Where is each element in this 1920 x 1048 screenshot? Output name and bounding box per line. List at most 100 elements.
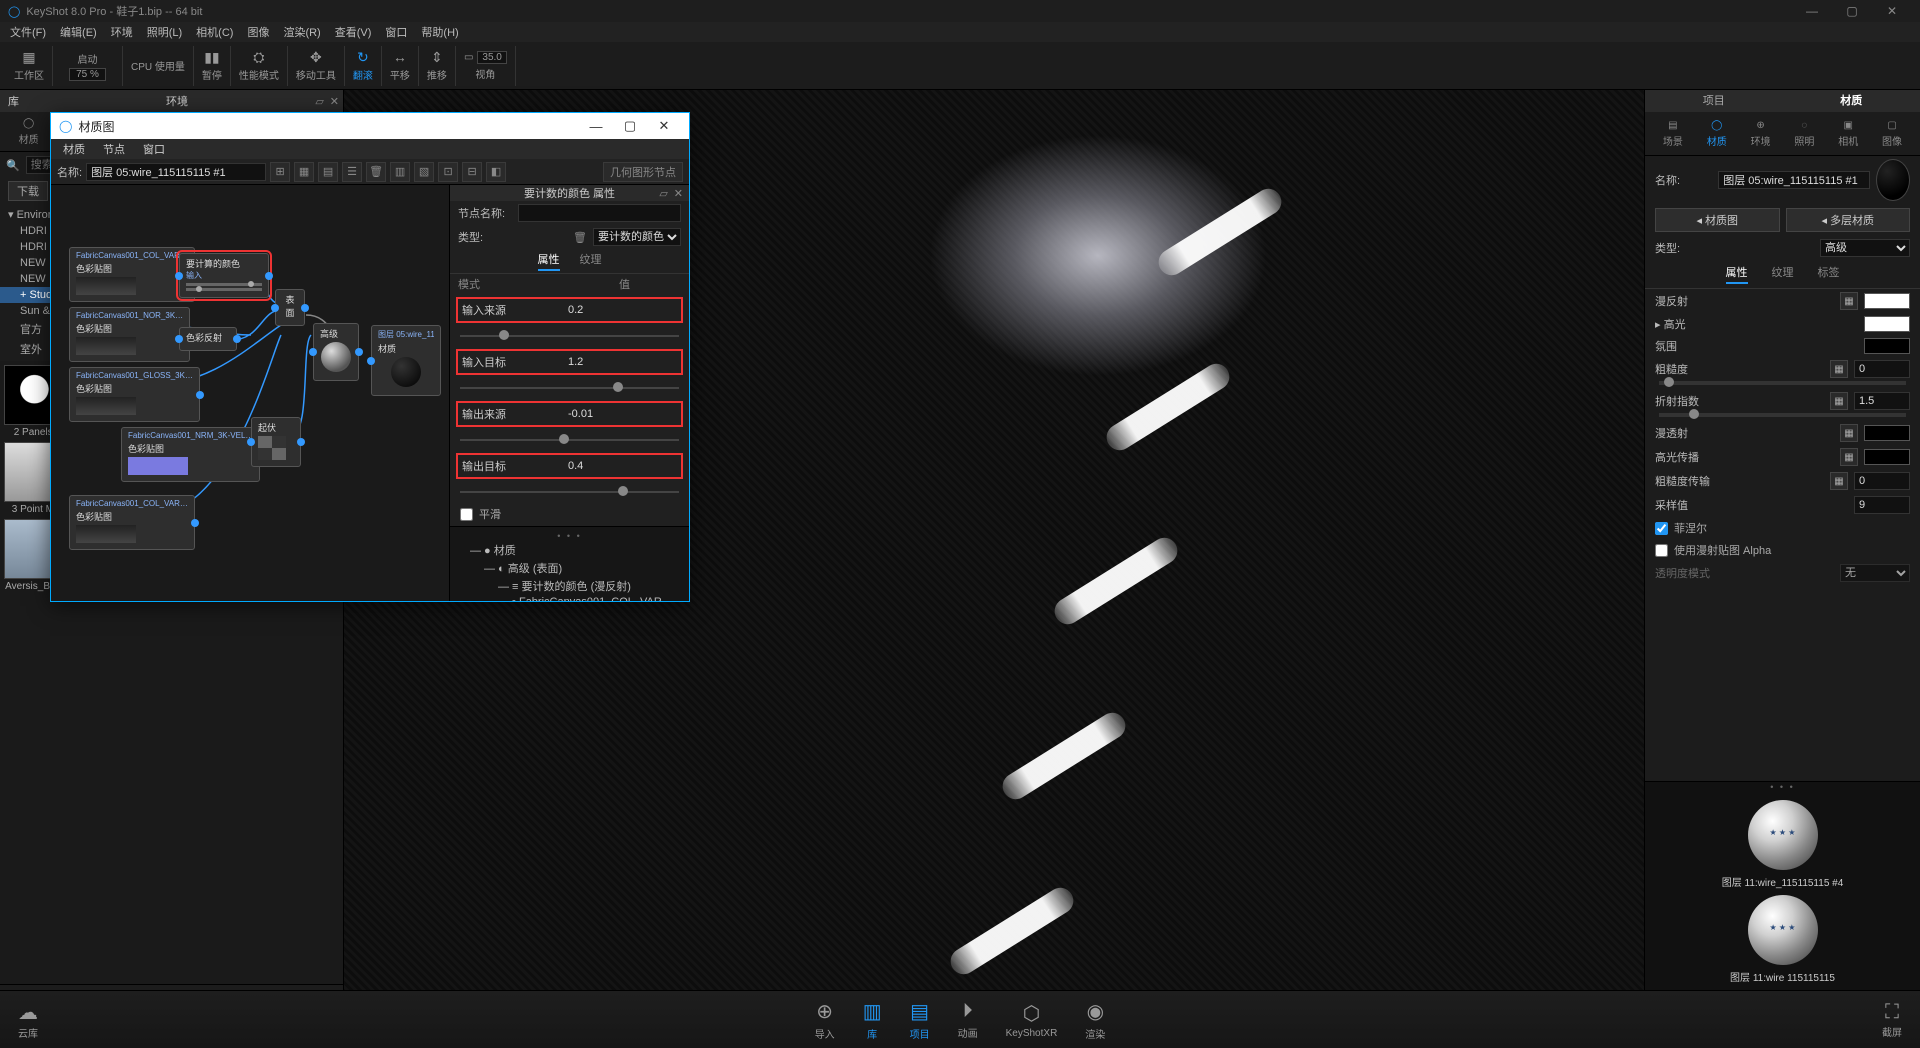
dialog-maximize[interactable]: ▢ <box>613 118 647 134</box>
ri-camera[interactable]: ▣相机 <box>1838 120 1858 148</box>
cloud-library-button[interactable]: ☁云库 <box>18 1000 38 1040</box>
ri-image[interactable]: ▢图像 <box>1882 120 1902 148</box>
bb-render[interactable]: ◉渲染 <box>1085 999 1105 1041</box>
trash-icon[interactable]: 🗑 <box>366 162 386 182</box>
dialog-close[interactable]: ✕ <box>647 118 681 134</box>
close-icon[interactable]: ✕ <box>330 95 339 108</box>
rough-input[interactable] <box>1854 360 1910 378</box>
texture-icon[interactable]: ▦ <box>1840 424 1858 442</box>
ior-input[interactable] <box>1854 392 1910 410</box>
graph-name-input[interactable] <box>86 163 266 181</box>
tool-icon[interactable]: ▤ <box>318 162 338 182</box>
popout-icon[interactable]: ▱ <box>659 187 667 200</box>
graph-node-color-to-number[interactable]: 要计算的颜色输入 <box>179 253 269 298</box>
menu-file[interactable]: 文件(F) <box>4 22 52 42</box>
menu-edit[interactable]: 编辑(E) <box>54 22 103 42</box>
smooth-checkbox[interactable] <box>460 508 473 521</box>
output-to-slider[interactable] <box>460 485 679 499</box>
tool-icon[interactable]: ⊟ <box>462 162 482 182</box>
tool-icon[interactable]: ⊞ <box>270 162 290 182</box>
tb-pan[interactable]: ↔平移 <box>382 46 419 86</box>
graph-node-texture[interactable]: FabricCanvas001_NRM_3K-VEL…色彩贴图 <box>121 427 260 482</box>
menu-image[interactable]: 图像 <box>241 22 275 42</box>
ior-slider[interactable] <box>1659 413 1906 417</box>
texture-icon[interactable]: ▦ <box>1830 472 1848 490</box>
bb-project[interactable]: ▤项目 <box>910 999 930 1041</box>
menu-view[interactable]: 查看(V) <box>329 22 378 42</box>
tool-icon[interactable]: ☰ <box>342 162 362 182</box>
trash-icon[interactable]: 🗑 <box>573 231 587 244</box>
material-preview-ball[interactable] <box>1876 159 1910 201</box>
dialog-minimize[interactable]: — <box>579 119 613 134</box>
graph-node-color-invert[interactable]: 色彩反射 <box>179 327 237 351</box>
material-name-input[interactable] <box>1718 171 1870 189</box>
proptab-texture[interactable]: 纹理 <box>580 251 602 271</box>
spec-color[interactable] <box>1864 316 1910 332</box>
bb-lib[interactable]: ▥库 <box>863 999 882 1041</box>
samples-input[interactable] <box>1854 496 1910 514</box>
input-from-slider[interactable] <box>460 329 679 343</box>
input-from-value[interactable] <box>568 304 628 316</box>
fullscreen-button[interactable]: ⛶截屏 <box>1882 1001 1902 1039</box>
bb-import[interactable]: ⊕导入 <box>815 999 835 1041</box>
tree-node[interactable]: ▪ FabricCanvas001_COL_VAR… <box>456 595 683 601</box>
ri-scene[interactable]: ▤场景 <box>1663 120 1683 148</box>
download-button[interactable]: 下载 <box>8 181 48 201</box>
graph-node-surface[interactable]: 表面 <box>275 289 305 326</box>
dmenu-node[interactable]: 节点 <box>95 139 133 159</box>
preview-ball[interactable] <box>1748 800 1818 870</box>
tb-workspace[interactable]: ▦工作区 <box>6 46 53 86</box>
tb-move[interactable]: ✥移动工具 <box>288 46 345 86</box>
node-graph-canvas[interactable]: FabricCanvas001_COL_VAR…色彩贴图 要计算的颜色输入 表面… <box>51 185 449 601</box>
input-to-slider[interactable] <box>460 381 679 395</box>
menu-render[interactable]: 渲染(R) <box>277 22 326 42</box>
tb-perf[interactable]: ⛭性能模式 <box>231 46 288 86</box>
tool-icon[interactable]: ▦ <box>294 162 314 182</box>
output-from-slider[interactable] <box>460 433 679 447</box>
alpha-checkbox[interactable] <box>1655 544 1668 557</box>
close-icon[interactable]: ✕ <box>674 187 683 200</box>
menu-help[interactable]: 帮助(H) <box>415 22 464 42</box>
texture-icon[interactable]: ▦ <box>1830 392 1848 410</box>
graph-node-output[interactable]: 图层 05:wire_1151151…材质 <box>371 325 441 396</box>
multi-material-button[interactable]: ◂ 多层材质 <box>1786 208 1911 232</box>
tab-material[interactable]: ◯材质 <box>19 118 39 146</box>
tb-dolly[interactable]: ⇕推移 <box>419 46 456 86</box>
roughtrans-input[interactable] <box>1854 472 1910 490</box>
tree-node[interactable]: — ≡ 要计数的颜色 (漫反射) <box>456 577 683 595</box>
tree-node[interactable]: — ◐ 高级 (表面) <box>456 559 683 577</box>
ri-env[interactable]: ⊕环境 <box>1751 120 1771 148</box>
subtab-properties[interactable]: 属性 <box>1726 264 1748 284</box>
fresnel-checkbox[interactable] <box>1655 522 1668 535</box>
texture-icon[interactable]: ▦ <box>1840 448 1858 466</box>
tab-material[interactable]: 材质 <box>1783 90 1920 112</box>
window-minimize[interactable]: — <box>1792 4 1832 18</box>
preview-ball-2[interactable] <box>1748 895 1818 965</box>
tb-start[interactable]: 启动75 % <box>53 46 123 86</box>
texture-icon[interactable]: ▦ <box>1840 292 1858 310</box>
popout-icon[interactable]: ▱ <box>315 95 323 108</box>
texture-icon[interactable]: ▦ <box>1830 360 1848 378</box>
output-from-value[interactable] <box>568 408 628 420</box>
menu-light[interactable]: 照明(L) <box>141 22 188 42</box>
material-graph-button[interactable]: ◂ 材质图 <box>1655 208 1780 232</box>
transp-color[interactable] <box>1864 425 1910 441</box>
window-maximize[interactable]: ▢ <box>1832 4 1872 18</box>
bb-xr[interactable]: ⬡KeyShotXR <box>1006 1001 1058 1039</box>
diffuse-color[interactable] <box>1864 293 1910 309</box>
material-type-select[interactable]: 高级 <box>1820 239 1910 257</box>
ri-material[interactable]: ◯材质 <box>1707 120 1727 148</box>
output-to-value[interactable] <box>568 460 628 472</box>
subtab-textures[interactable]: 纹理 <box>1772 264 1794 284</box>
tb-cpu[interactable]: CPU 使用量 <box>123 46 194 86</box>
tree-node[interactable]: — ● 材质 <box>456 541 683 559</box>
dmenu-window[interactable]: 窗口 <box>135 139 173 159</box>
tb-focal[interactable]: ▭35.0视角 <box>456 46 516 86</box>
subtab-labels[interactable]: 标签 <box>1818 264 1840 284</box>
dialog-titlebar[interactable]: ◯ 材质图 — ▢ ✕ <box>51 113 689 139</box>
dmenu-material[interactable]: 材质 <box>55 139 93 159</box>
graph-node-advanced[interactable]: 高级 <box>313 323 359 381</box>
rough-slider[interactable] <box>1659 381 1906 385</box>
tool-icon[interactable]: ▧ <box>414 162 434 182</box>
tb-tumble[interactable]: ↻翻滚 <box>345 46 382 86</box>
